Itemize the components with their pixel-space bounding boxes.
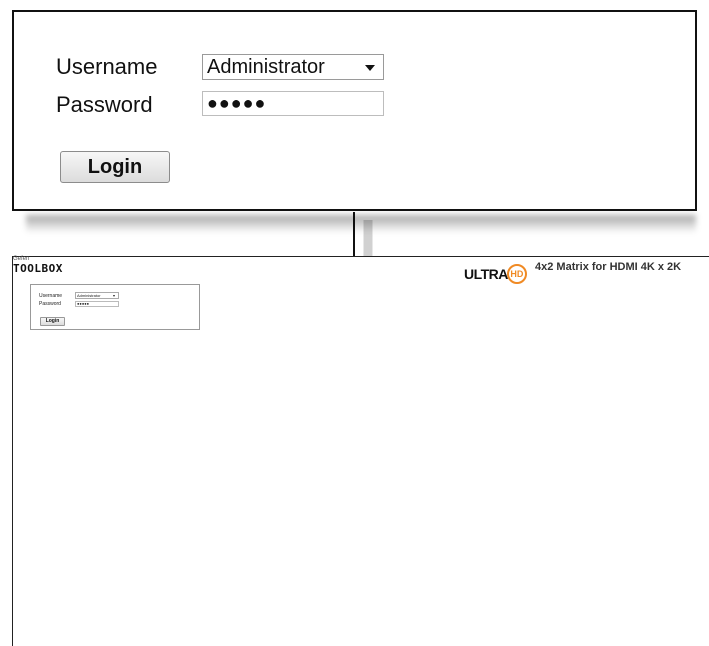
ultra-hd-logo: ULTRA HD: [464, 264, 527, 284]
ultra-text: ULTRA: [464, 266, 508, 282]
mini-password-field[interactable]: ●●●●●: [75, 301, 119, 307]
hd-text: HD: [510, 269, 524, 279]
dropdown-arrow-icon: [365, 65, 375, 71]
username-value: Administrator: [207, 56, 325, 78]
page-login-panel: Username Administrator Password ●●●●● Lo…: [30, 284, 200, 330]
login-button[interactable]: Login: [60, 151, 170, 183]
hd-badge-icon: HD: [506, 264, 527, 284]
mini-dropdown-arrow-icon: [113, 295, 115, 297]
password-label: Password: [56, 92, 153, 117]
mini-password-label: Password: [39, 301, 61, 307]
zoomed-login-panel: Username Administrator Password ●●●●● Lo…: [12, 10, 697, 211]
mini-username-select[interactable]: Administrator: [75, 292, 119, 299]
password-field[interactable]: ●●●●●: [202, 91, 384, 116]
toolbox-logo: TOOLBOX: [13, 262, 63, 275]
username-select[interactable]: Administrator: [202, 54, 384, 80]
mini-username-label: Username: [39, 293, 63, 299]
product-title: 4x2 Matrix for HDMI 4K x 2K: [535, 261, 682, 273]
username-label: Username: [56, 54, 158, 79]
callout-shadow: [26, 215, 696, 233]
mini-username-value: Administrator: [77, 293, 101, 298]
mini-login-button[interactable]: Login: [40, 317, 65, 326]
